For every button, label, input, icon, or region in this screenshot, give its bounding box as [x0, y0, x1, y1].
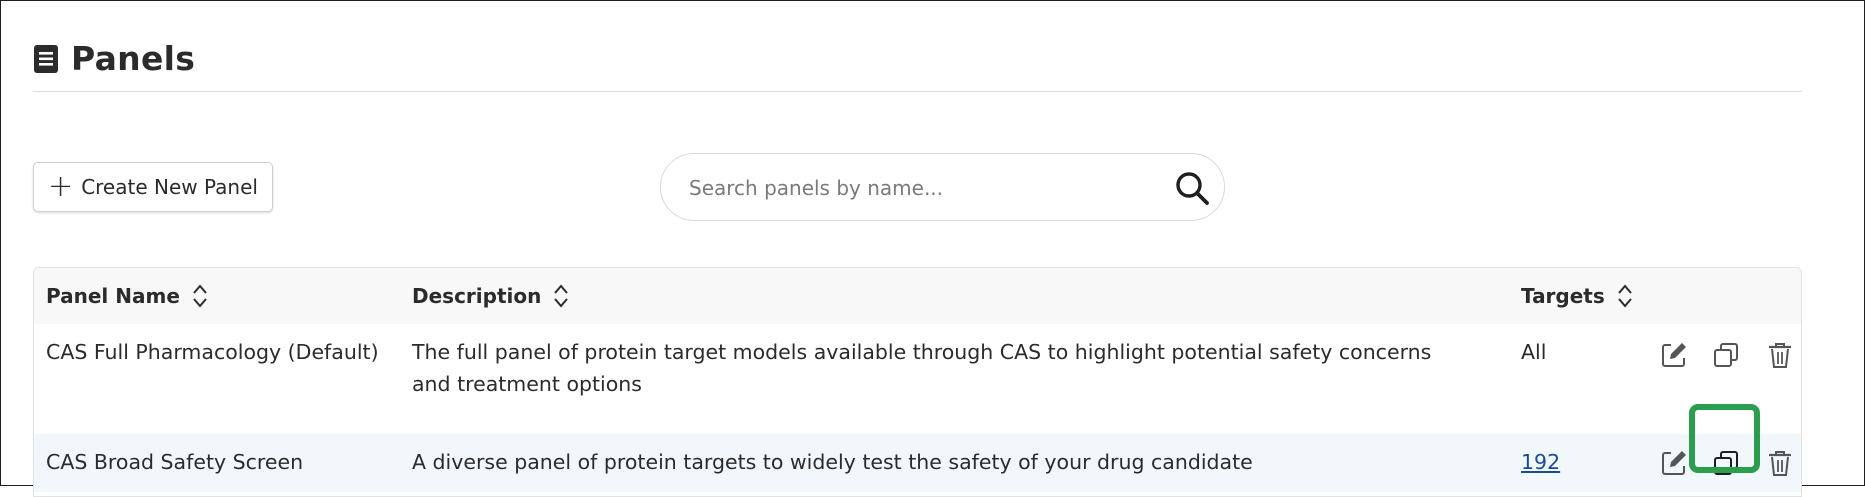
panel-name-cell: CAS Full Pharmacology (Default) [46, 340, 379, 364]
search-input[interactable] [687, 154, 1161, 222]
sort-icon[interactable] [1617, 283, 1633, 309]
sort-icon[interactable] [553, 283, 569, 309]
panel-description-cell: The full panel of protein target models … [412, 340, 1432, 396]
targets-count-link[interactable]: 192 [1521, 450, 1560, 474]
create-new-panel-label: Create New Panel [81, 175, 258, 199]
trash-icon[interactable] [1765, 340, 1795, 370]
search-box [660, 153, 1225, 222]
sort-icon[interactable] [192, 283, 208, 309]
panel-targets-cell: All [1521, 340, 1547, 364]
document-icon [34, 44, 58, 73]
header-divider [33, 91, 1802, 92]
column-header-panel-name[interactable]: Panel Name [46, 268, 208, 324]
column-header-label: Description [412, 284, 542, 308]
column-header-description[interactable]: Description [412, 268, 569, 324]
table-row: CAS Broad Safety Screen A diverse panel … [34, 434, 1801, 493]
copy-icon[interactable] [1711, 340, 1741, 370]
search-icon[interactable] [1174, 170, 1210, 206]
column-header-targets[interactable]: Targets [1521, 268, 1633, 324]
panel-description-cell: A diverse panel of protein targets to wi… [412, 450, 1253, 474]
panel-name-cell: CAS Broad Safety Screen [46, 450, 304, 474]
create-new-panel-button[interactable]: + Create New Panel [33, 162, 273, 212]
page-title: Panels [71, 39, 196, 78]
edit-icon[interactable] [1659, 448, 1689, 478]
table-row: CAS Full Pharmacology (Default) The full… [34, 324, 1801, 435]
column-header-label: Panel Name [46, 284, 180, 308]
table-header: Panel Name Description Targets [34, 268, 1801, 325]
copy-icon[interactable] [1711, 448, 1741, 478]
page-header: Panels [33, 39, 195, 78]
trash-icon[interactable] [1765, 448, 1795, 478]
panel-targets-cell: 192 [1521, 446, 1560, 478]
panels-table: Panel Name Description Targets CAS Full … [33, 267, 1802, 497]
table-row [34, 492, 1801, 496]
plus-icon: + [48, 169, 74, 204]
column-header-label: Targets [1521, 284, 1605, 308]
edit-icon[interactable] [1659, 340, 1689, 370]
